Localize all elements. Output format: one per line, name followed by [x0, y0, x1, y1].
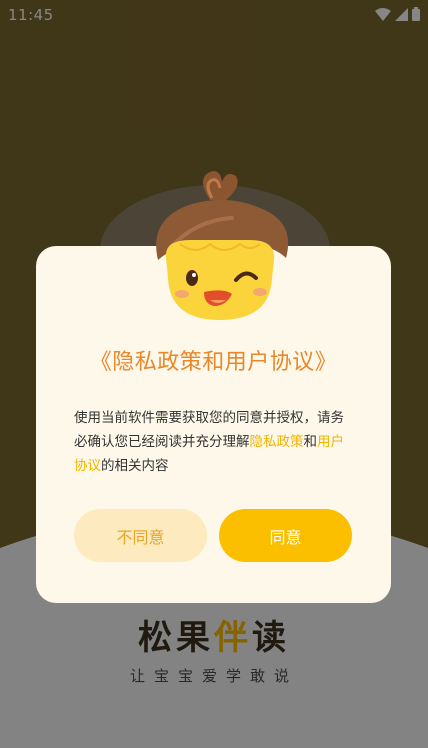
- app-screen: 11:45 松果伴读 让宝宝爱学敢说 《隐私政策和用户协议》 使用当前软件需要获…: [0, 0, 428, 748]
- privacy-policy-link[interactable]: 隐私政策: [250, 434, 304, 450]
- dialog-body-suffix: 的相关内容: [101, 458, 169, 474]
- dialog-body-and: 和: [303, 434, 318, 450]
- dialog-body: 使用当前软件需要获取您的同意并授权，请务必确认您已经阅读并充分理解隐私政策和用户…: [74, 406, 354, 478]
- agree-button[interactable]: 同意: [219, 509, 352, 562]
- dialog-title: 《隐私政策和用户协议》: [89, 350, 338, 375]
- disagree-button[interactable]: 不同意: [74, 509, 207, 562]
- acorn-mascot-icon: [156, 171, 289, 320]
